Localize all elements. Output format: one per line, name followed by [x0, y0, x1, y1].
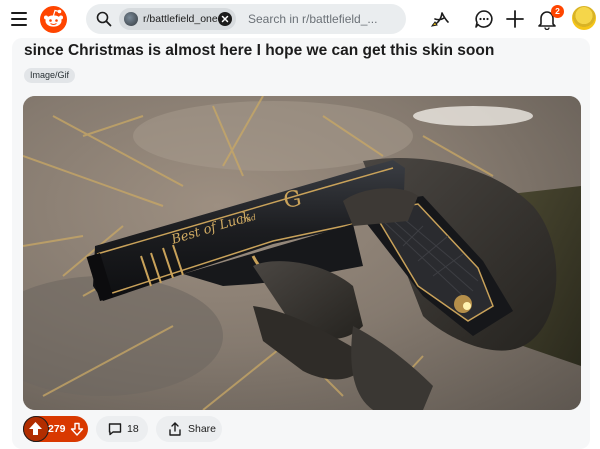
- search-input[interactable]: Search in r/battlefield_...: [248, 12, 377, 26]
- post-flair[interactable]: Image/Gif: [24, 68, 76, 83]
- comment-icon: [108, 423, 122, 436]
- reddit-logo-icon[interactable]: [40, 6, 67, 33]
- upvote-arrow-icon: [29, 422, 42, 435]
- hamburger-menu-icon[interactable]: [8, 8, 32, 30]
- chat-icon[interactable]: [473, 8, 495, 30]
- share-button[interactable]: Share: [156, 416, 222, 442]
- share-label: Share: [188, 423, 217, 435]
- vote-control: 279: [23, 416, 88, 442]
- search-icon: [96, 11, 112, 27]
- post-image[interactable]: Best of Luck Dad G: [23, 96, 581, 410]
- vote-score: 279: [48, 423, 66, 435]
- search-bar[interactable]: r/battlefield_one Search in r/battlefiel…: [86, 4, 406, 34]
- downvote-arrow-icon[interactable]: [69, 421, 85, 437]
- popular-icon[interactable]: [429, 8, 451, 30]
- subreddit-avatar: [124, 12, 138, 26]
- share-icon: [169, 422, 181, 436]
- plus-icon[interactable]: [504, 8, 526, 30]
- user-avatar[interactable]: [572, 6, 596, 30]
- upvote-button[interactable]: [23, 416, 49, 442]
- close-icon[interactable]: [218, 12, 232, 26]
- post-title[interactable]: since Christmas is almost here I hope we…: [24, 42, 494, 60]
- notification-count-badge: 2: [551, 5, 564, 18]
- pistol-skin-image: Best of Luck Dad G: [23, 96, 581, 410]
- comment-count: 18: [127, 423, 139, 435]
- subreddit-scope-chip[interactable]: r/battlefield_one: [119, 8, 236, 30]
- top-navigation-bar: r/battlefield_one Search in r/battlefiel…: [0, 0, 600, 38]
- subreddit-chip-label: r/battlefield_one: [143, 13, 218, 25]
- comments-button[interactable]: 18: [96, 416, 148, 442]
